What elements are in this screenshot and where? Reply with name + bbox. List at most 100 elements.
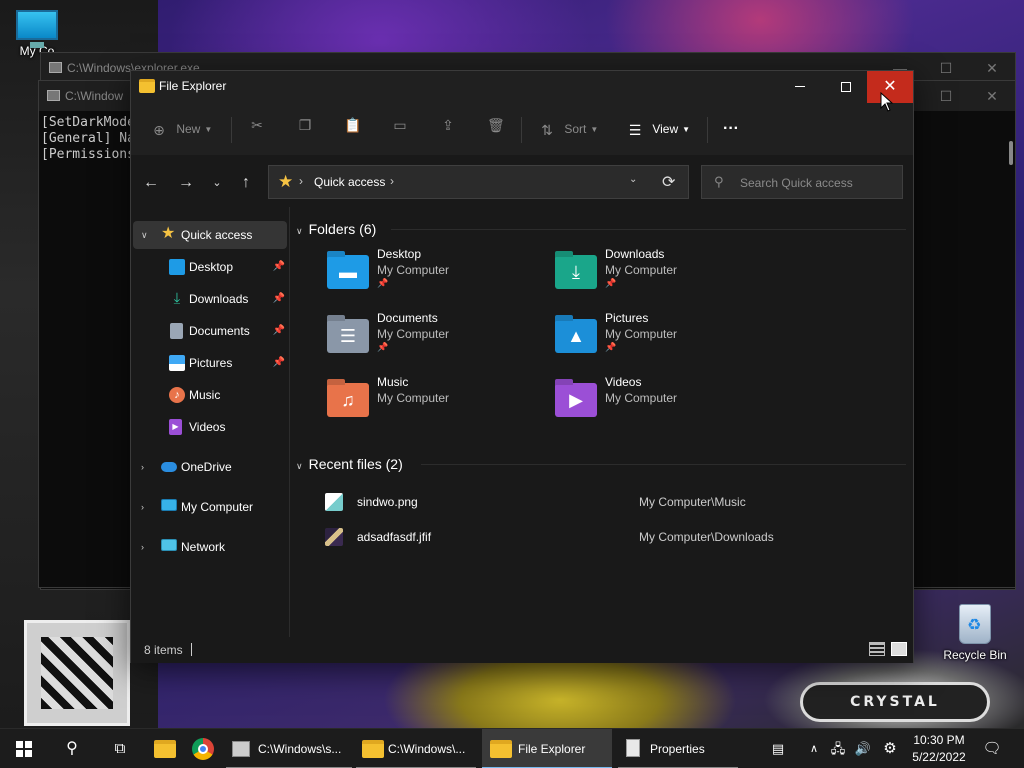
address-bar[interactable]: ★ › Quick access › ⌄ ⟳ [268,165,689,199]
refresh-button[interactable]: ⟳ [662,172,675,192]
search-icon: ⚲ [66,740,78,757]
details-view-button[interactable] [869,642,885,656]
sidebar-item-videos[interactable]: ▶ Videos [133,413,287,441]
sidebar-item-music[interactable]: ♪ Music [133,381,287,409]
chevron-right-icon[interactable]: › [390,174,394,188]
taskbar-pinned-explorer[interactable] [146,729,184,768]
star-icon: ★ [161,225,176,242]
start-button[interactable] [0,729,48,768]
sidebar-item-network[interactable]: › Network [133,533,287,561]
maximize-icon [841,81,851,92]
volume-icon[interactable]: 🔊 [852,729,874,768]
sidebar-item-desktop[interactable]: Desktop 📌 [133,253,287,281]
desktop-icon-label: Recycle Bin [943,648,1007,662]
taskbar-item-file-explorer[interactable]: File Explorer [482,729,612,768]
pin-icon: 📌 [272,357,285,368]
document-icon [170,323,183,339]
folder-tile-pictures[interactable]: ▲ Pictures My Computer 📌 [545,311,769,371]
view-list-icon: ☰ [628,121,642,138]
console-scrollbar[interactable] [1009,141,1013,165]
network-icon[interactable]: 🖧 [828,729,848,768]
taskbar-item-console-1[interactable]: C:\Windows\s... [226,729,352,768]
maximize-button[interactable]: ☐ [923,81,969,111]
delete-icon[interactable]: 🗑 [487,117,505,133]
chevron-right-icon[interactable]: › [141,453,144,481]
chevron-down-icon[interactable]: ∨ [141,221,148,249]
file-explorer-window[interactable]: File Explorer ✕ ⊕ New ▼ ✂ ❐ 📋 ▭ ⇪ 🗑 ⇅ Sor… [130,70,914,663]
desktop-icon-my-computer[interactable]: My Co [2,10,72,58]
sidebar-item-downloads[interactable]: ⤓ Downloads 📌 [133,285,287,313]
new-button[interactable]: ⊕ New ▼ [151,117,212,141]
desktop-folder-icon: ▬ [327,255,369,289]
folder-tile-documents[interactable]: ☰ Documents My Computer 📌 [317,311,541,371]
folder-tile-videos[interactable]: ▶ Videos My Computer [545,375,769,435]
minimize-button[interactable] [777,71,823,103]
folder-tile-music[interactable]: ♫ Music My Computer [317,375,541,435]
address-dropdown-button[interactable]: ⌄ [629,174,637,185]
paste-icon[interactable]: 📋 [344,117,361,133]
properties-icon [626,739,640,757]
search-input[interactable] [740,174,890,192]
breadcrumb[interactable]: Quick access [314,175,385,189]
chevron-up-icon[interactable]: ∧ [804,729,824,768]
clock[interactable]: 10:30 PM 5/22/2022 [907,732,971,766]
cut-icon[interactable]: ✂ [249,117,265,133]
notification-icon[interactable]: 🗨 [980,729,1004,768]
folders-group-header[interactable]: ∨ Folders (6) [296,217,376,241]
settings-gear-icon[interactable]: ⚙ [878,729,902,768]
recent-locations-button[interactable]: ⌄ [205,171,229,195]
chevron-down-icon: ▼ [682,124,691,134]
mountain-icon: ▲ [567,326,585,346]
share-icon[interactable]: ⇪ [440,117,456,133]
folder-name: Downloads [605,247,665,261]
taskbar-item-explorer-console[interactable]: C:\Windows\... [356,729,476,768]
news-widget-icon[interactable]: ▤ [766,729,790,768]
wallpaper-logo-art [24,620,130,726]
close-button[interactable]: ✕ [969,81,1015,111]
search-button[interactable]: ⚲ [52,729,92,768]
chevron-right-icon[interactable]: › [141,533,144,561]
sidebar-item-onedrive[interactable]: › OneDrive [133,453,287,481]
console-app-icon [49,62,62,73]
item-count: 8 items [144,643,183,657]
explorer-titlebar[interactable]: File Explorer ✕ [131,71,913,103]
star-icon: ★ [278,172,294,191]
folder-tile-desktop[interactable]: ▬ Desktop My Computer 📌 [317,247,541,307]
taskbar-pinned-chrome[interactable] [184,729,222,768]
videos-folder-icon: ▶ [555,383,597,417]
search-box[interactable]: ⚲ [701,165,903,199]
sidebar-item-quick-access[interactable]: ∨ ★ Quick access [133,221,287,249]
close-button[interactable]: ✕ [969,53,1015,83]
more-options-button[interactable]: ··· [723,117,739,141]
folder-tile-downloads[interactable]: ⤓ Downloads My Computer 📌 [545,247,769,307]
recent-files-group-header[interactable]: ∨ Recent files (2) [296,452,403,476]
list-item[interactable]: adsadfasdf.jfif My Computer\Downloads [317,524,877,550]
windows-logo-icon [16,741,32,757]
chevron-right-icon[interactable]: › [141,493,144,521]
sidebar-item-pictures[interactable]: Pictures 📌 [133,349,287,377]
taskbar-item-label: Properties [650,742,705,756]
desktop-icon-recycle-bin[interactable]: Recycle Bin [940,604,1010,662]
list-item[interactable]: sindwo.png My Computer\Music [317,489,877,515]
sort-button[interactable]: ⇅ Sort ▼ [539,117,598,141]
task-view-button[interactable]: ⧉ [100,729,140,768]
back-button[interactable]: ← [139,171,163,195]
sidebar-item-label: My Computer [181,500,254,514]
task-view-icon: ⧉ [114,740,126,757]
file-location: My Computer\Downloads [639,530,774,544]
taskbar-item-properties[interactable]: Properties [618,729,738,768]
tiles-view-button[interactable] [891,642,907,656]
forward-button[interactable]: → [174,171,198,195]
console-app-icon [47,90,60,101]
maximize-button[interactable] [823,71,869,103]
maximize-button[interactable]: ☐ [923,53,969,83]
pane-divider[interactable] [289,207,290,637]
chevron-right-icon[interactable]: › [299,174,303,188]
up-button[interactable]: ↑ [234,171,258,195]
copy-icon[interactable]: ❐ [297,117,313,133]
sidebar-item-documents[interactable]: Documents 📌 [133,317,287,345]
view-button[interactable]: ☰ View ▼ [627,117,690,141]
sidebar-item-my-computer[interactable]: › My Computer [133,493,287,521]
rename-icon[interactable]: ▭ [392,117,408,133]
group-divider [391,229,906,230]
